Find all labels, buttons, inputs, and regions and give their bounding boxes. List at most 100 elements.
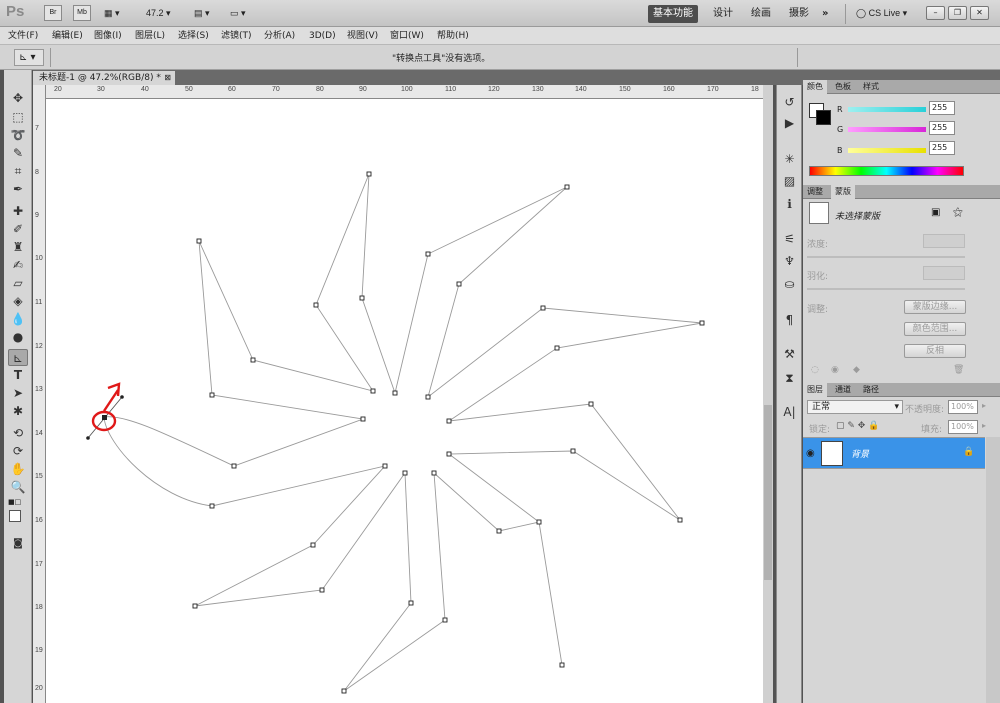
actions-panel-icon[interactable]: ▶ — [780, 114, 799, 132]
anchor-point[interactable] — [192, 603, 198, 609]
clone-stamp-tool-icon[interactable]: ♜ — [8, 239, 28, 256]
slider-r[interactable] — [848, 107, 926, 112]
navigator-panel-icon[interactable]: ✳ — [780, 150, 799, 168]
anchor-point[interactable] — [456, 281, 462, 287]
dodge-tool-icon[interactable]: ● — [8, 329, 28, 346]
mini-bridge-button[interactable]: Mb — [73, 5, 91, 21]
clone-source-panel-icon[interactable]: ♆ — [780, 252, 799, 270]
density-field[interactable] — [923, 234, 965, 248]
blur-tool-icon[interactable]: 💧 — [8, 311, 28, 328]
anchor-point[interactable] — [341, 688, 347, 694]
bezier-handle-point[interactable] — [86, 436, 90, 440]
pixel-mask-icon[interactable]: ▣ — [931, 207, 940, 218]
more-workspaces-button[interactable]: » — [817, 5, 833, 23]
anchor-point[interactable] — [313, 302, 319, 308]
anchor-point[interactable] — [392, 390, 398, 396]
tab-styles[interactable]: 样式 — [859, 80, 883, 94]
mask-edge-button[interactable]: 蒙版边缘... — [904, 300, 966, 314]
anchor-point[interactable] — [209, 503, 215, 509]
feather-slider[interactable] — [807, 288, 965, 290]
anchor-point[interactable] — [446, 418, 452, 424]
menu-3d[interactable]: 3D(D) — [309, 29, 336, 43]
shape-tool-icon[interactable]: ✱ — [8, 403, 28, 420]
document-tab[interactable]: 未标题-1 @ 47.2%(RGB/8) * ⊠ — [33, 71, 175, 85]
document-canvas[interactable] — [46, 99, 763, 703]
tab-adjustments[interactable]: 调整 — [803, 185, 827, 199]
vertical-ruler[interactable]: 7 8 9 10 11 12 13 14 15 16 17 18 19 20 — [33, 85, 46, 703]
type-tool-icon[interactable]: T — [8, 367, 28, 384]
menu-view[interactable]: 视图(V) — [347, 29, 378, 43]
paint-bucket-tool-icon[interactable]: ◈ — [8, 293, 28, 310]
tab-color[interactable]: 颜色 — [803, 80, 827, 94]
anchor-point[interactable] — [431, 470, 437, 476]
trash-icon[interactable]: 🗑 — [953, 365, 964, 375]
restore-button[interactable]: ❐ — [948, 6, 967, 20]
3d-panel-icon[interactable]: ⚒ — [780, 345, 799, 363]
anchor-point[interactable] — [554, 345, 560, 351]
layers-scrollbar[interactable] — [986, 437, 1000, 703]
vertical-scrollbar[interactable] — [763, 85, 773, 703]
slider-g[interactable] — [848, 127, 926, 132]
anchor-point[interactable] — [536, 519, 542, 525]
anchor-point[interactable] — [250, 357, 256, 363]
zoom-level-dropdown[interactable]: 47.2 ▾ — [146, 5, 171, 21]
fill-slider-toggle[interactable]: ▸ — [982, 421, 986, 430]
menu-layer[interactable]: 图层(L) — [135, 29, 165, 43]
value-b[interactable]: 255 — [929, 141, 955, 155]
paragraph-panel-icon[interactable]: ¶ — [780, 311, 799, 329]
fill-value[interactable]: 100% — [948, 420, 978, 434]
anchor-point[interactable] — [359, 295, 365, 301]
workspace-essentials[interactable]: 基本功能 — [648, 5, 698, 23]
invert-button[interactable]: 反相 — [904, 344, 966, 358]
menu-image[interactable]: 图像(I) — [94, 29, 122, 43]
zoom-tool-icon[interactable]: 🔍 — [8, 479, 28, 496]
menu-filter[interactable]: 滤镜(T) — [221, 29, 252, 43]
screen-mode-dropdown[interactable]: ▭ ▾ — [230, 5, 246, 21]
hand-tool-icon[interactable]: ✋ — [8, 461, 28, 478]
close-icon[interactable]: ⊠ — [164, 71, 171, 85]
convert-point-tool-icon[interactable]: ⊾ — [8, 349, 28, 366]
selected-anchor-point[interactable] — [102, 415, 107, 420]
anchor-point[interactable] — [446, 451, 452, 457]
foreground-color-swatch[interactable] — [9, 510, 21, 522]
eraser-tool-icon[interactable]: ▱ — [8, 275, 28, 292]
default-colors-icon[interactable]: ■□ — [8, 498, 21, 506]
tool-preset-picker[interactable]: ⊾ ▾ — [14, 49, 44, 66]
opacity-value[interactable]: 100% — [948, 400, 978, 414]
crop-tool-icon[interactable]: ⌗ — [8, 163, 28, 180]
tab-layers[interactable]: 图层 — [803, 383, 827, 397]
layer-row-background[interactable]: ◉ 背景 🔒 — [803, 437, 985, 469]
quick-selection-tool-icon[interactable]: ✎ — [8, 145, 28, 162]
close-button[interactable]: ✕ — [970, 6, 989, 20]
tab-paths[interactable]: 路径 — [859, 383, 883, 397]
lock-icons[interactable]: ▢ ✎ ✥ 🔒 — [836, 421, 879, 431]
quick-mask-icon[interactable]: ◙ — [8, 535, 28, 552]
anchor-point[interactable] — [442, 617, 448, 623]
marquee-tool-icon[interactable]: ⬚ — [8, 109, 28, 126]
anchor-point[interactable] — [425, 251, 431, 257]
horizontal-ruler[interactable]: 20 30 40 50 60 70 80 90 100 110 120 130 … — [33, 85, 765, 99]
anchor-point[interactable] — [588, 401, 594, 407]
animation-panel-icon[interactable]: ⧗ — [780, 369, 799, 387]
anchor-point[interactable] — [564, 184, 570, 190]
value-r[interactable]: 255 — [929, 101, 955, 115]
view-extras-dropdown[interactable]: ▦ ▾ — [104, 5, 120, 21]
anchor-point[interactable] — [570, 448, 576, 454]
anchor-point[interactable] — [425, 394, 431, 400]
anchor-point[interactable] — [699, 320, 705, 326]
value-g[interactable]: 255 — [929, 121, 955, 135]
anchor-point[interactable] — [496, 528, 502, 534]
scrollbar-thumb[interactable] — [764, 405, 772, 580]
lasso-tool-icon[interactable]: ➰ — [8, 127, 28, 144]
3d-orbit-tool-icon[interactable]: ⟳ — [8, 443, 28, 460]
pinwheel-path-drawing[interactable] — [46, 99, 763, 703]
healing-brush-tool-icon[interactable]: ✚ — [8, 203, 28, 220]
workspace-design[interactable]: 设计 — [708, 5, 738, 23]
arrange-documents-dropdown[interactable]: ▤ ▾ — [194, 5, 210, 21]
anchor-point[interactable] — [310, 542, 316, 548]
menu-file[interactable]: 文件(F) — [8, 29, 38, 43]
anchor-point[interactable] — [540, 305, 546, 311]
tab-channels[interactable]: 通道 — [831, 383, 855, 397]
tab-swatches[interactable]: 色板 — [831, 80, 855, 94]
color-ramp[interactable] — [809, 166, 964, 176]
